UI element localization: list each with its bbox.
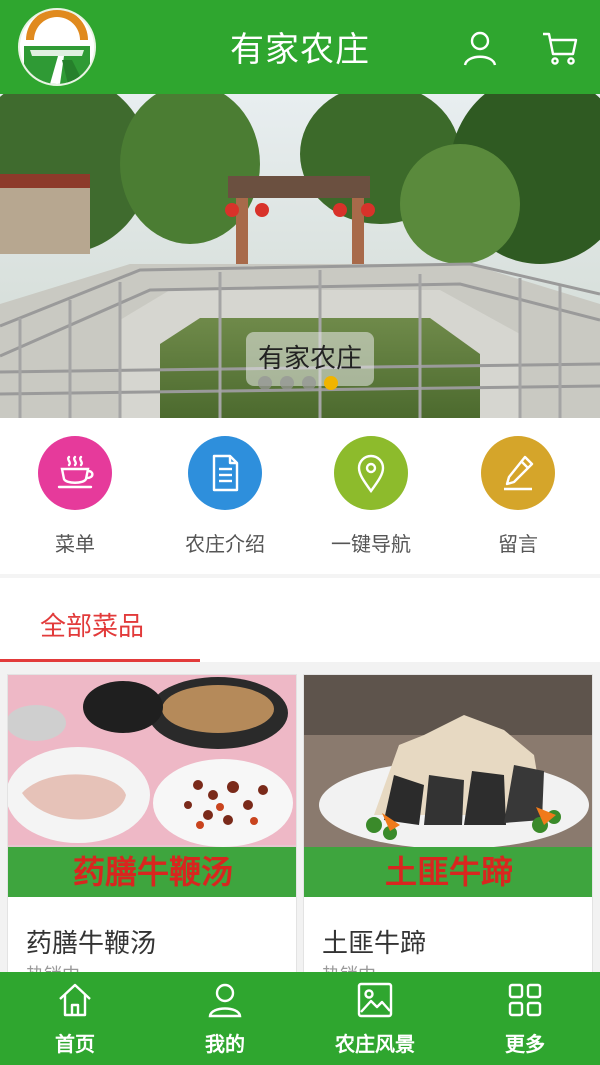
- section-header: 全部菜品: [0, 578, 600, 662]
- quick-menu-label: 菜单: [55, 532, 95, 556]
- carousel-dot[interactable]: [280, 376, 294, 390]
- quick-menu-label: 留言: [498, 532, 538, 556]
- carousel-dot-active[interactable]: [324, 376, 338, 390]
- nav-mine[interactable]: 我的: [150, 980, 300, 1057]
- nav-label: 更多: [505, 1032, 545, 1056]
- product-name: 药膳牛鞭汤: [26, 929, 157, 959]
- quick-menu-item-navigation[interactable]: 一键导航: [296, 436, 446, 557]
- nav-label: 首页: [55, 1032, 95, 1056]
- quick-menu-item-message[interactable]: 留言: [443, 436, 593, 557]
- quick-menu: 菜单 农庄介绍 一键导航 留言: [0, 418, 600, 574]
- page-title: 有家农庄: [230, 30, 370, 70]
- product-list: 药膳牛鞭汤 药膳牛鞭汤 热销中: [0, 662, 600, 974]
- banner-carousel[interactable]: 有家农庄: [0, 94, 600, 418]
- cart-icon[interactable]: [540, 28, 580, 68]
- product-image-text: 土匪牛蹄: [385, 853, 513, 891]
- bottom-navigation: 首页 我的 农庄风景 更多: [0, 972, 600, 1065]
- carousel-dot[interactable]: [302, 376, 316, 390]
- grid-icon: [505, 980, 545, 1020]
- app-screen: 有家农庄 有家农庄 菜单 农庄介绍 一键导航 留言 全部菜品 药膳牛鞭汤 药膳牛…: [0, 0, 600, 1065]
- nav-home[interactable]: 首页: [0, 980, 150, 1057]
- nav-label: 农庄风景: [335, 1032, 415, 1056]
- location-pin-icon: [334, 436, 408, 510]
- nav-label: 我的: [205, 1032, 245, 1056]
- nav-scenery[interactable]: 农庄风景: [300, 980, 450, 1057]
- carousel-indicator: [258, 376, 338, 390]
- user-icon[interactable]: [460, 28, 500, 68]
- document-icon: [188, 436, 262, 510]
- product-image: 土匪牛蹄: [304, 675, 592, 897]
- coffee-cup-icon: [38, 436, 112, 510]
- nav-more[interactable]: 更多: [450, 980, 600, 1057]
- product-image: 药膳牛鞭汤: [8, 675, 296, 897]
- home-icon: [55, 980, 95, 1020]
- product-card[interactable]: 药膳牛鞭汤 药膳牛鞭汤 热销中: [7, 674, 297, 974]
- quick-menu-label: 一键导航: [331, 532, 411, 556]
- pencil-icon: [481, 436, 555, 510]
- quick-menu-label: 农庄介绍: [185, 532, 265, 556]
- product-name: 土匪牛蹄: [322, 929, 427, 959]
- quick-menu-item-intro[interactable]: 农庄介绍: [150, 436, 300, 557]
- picture-icon: [355, 980, 395, 1020]
- product-image-text: 药膳牛鞭汤: [73, 853, 233, 891]
- carousel-dot[interactable]: [258, 376, 272, 390]
- top-header: 有家农庄: [0, 0, 600, 94]
- tab-all-dishes[interactable]: 全部菜品: [40, 606, 144, 643]
- product-card[interactable]: 土匪牛蹄 土匪牛蹄 热销中: [303, 674, 593, 974]
- user-icon: [205, 980, 245, 1020]
- quick-menu-item-menu[interactable]: 菜单: [0, 436, 150, 557]
